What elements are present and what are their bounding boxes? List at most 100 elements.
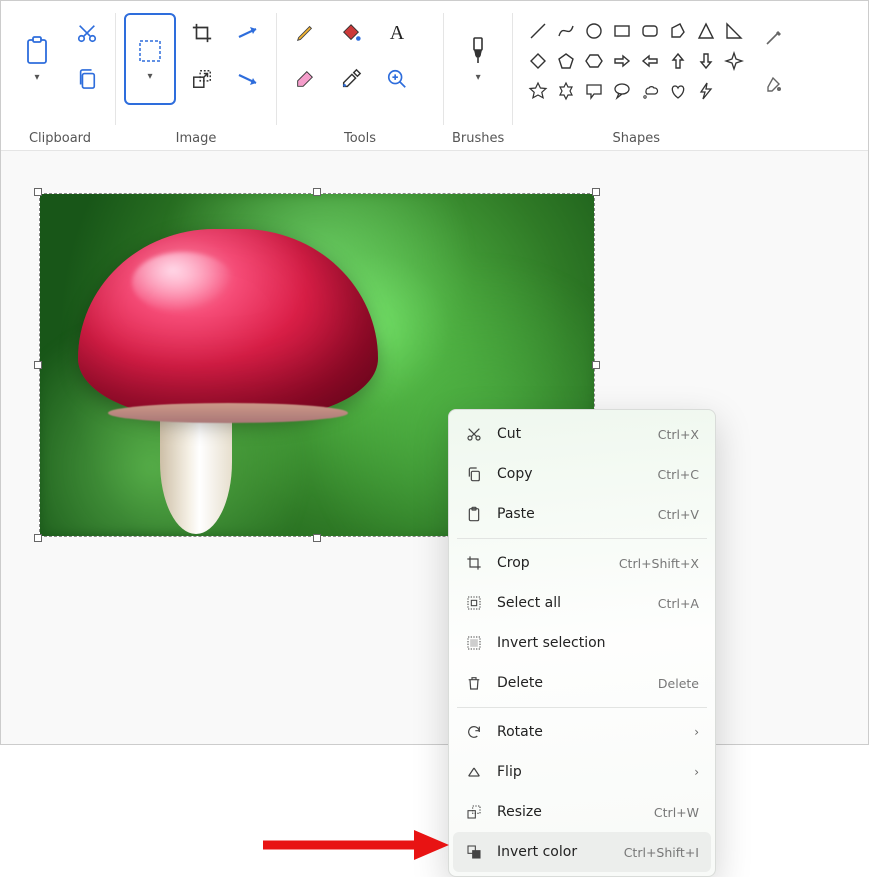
- invert-selection-icon: [465, 635, 483, 651]
- group-label-shapes: Shapes: [613, 125, 660, 148]
- resize-handle-ml[interactable]: [34, 361, 42, 369]
- invert-color-icon: [465, 844, 483, 860]
- menu-label: Select all: [497, 595, 561, 611]
- menu-delete[interactable]: Delete Delete: [453, 663, 711, 703]
- group-label-image: Image: [176, 125, 217, 148]
- resize-handle-bm[interactable]: [313, 534, 321, 542]
- shape-diamond[interactable]: [525, 47, 551, 75]
- menu-label: Paste: [497, 506, 535, 522]
- brushes-button[interactable]: ▾: [454, 13, 502, 105]
- group-label-clipboard: Clipboard: [29, 125, 91, 148]
- menu-cut[interactable]: Cut Ctrl+X: [453, 414, 711, 454]
- menu-rotate[interactable]: Rotate ›: [453, 712, 711, 752]
- menu-shortcut: Ctrl+W: [654, 805, 699, 820]
- menu-label: Invert color: [497, 844, 577, 860]
- cut-icon: [465, 426, 483, 442]
- shape-rect[interactable]: [609, 17, 635, 45]
- menu-separator: [457, 707, 707, 708]
- magnifier-tool[interactable]: [377, 59, 417, 99]
- group-clipboard: ▾ Clipboard: [9, 13, 111, 148]
- shape-heart[interactable]: [665, 77, 691, 105]
- menu-label: Crop: [497, 555, 530, 571]
- flip-icon: [465, 764, 483, 780]
- menu-label: Copy: [497, 466, 533, 482]
- menu-separator: [457, 538, 707, 539]
- work-area: Cut Ctrl+X Copy Ctrl+C Paste Ctrl+V Crop…: [1, 151, 868, 744]
- shape-star6[interactable]: [553, 77, 579, 105]
- crop-button[interactable]: [182, 13, 222, 53]
- menu-shortcut: Ctrl+V: [658, 507, 699, 522]
- copy-icon: [465, 466, 483, 482]
- context-menu: Cut Ctrl+X Copy Ctrl+C Paste Ctrl+V Crop…: [448, 409, 716, 877]
- shape-lightning[interactable]: [693, 77, 719, 105]
- shape-triangle[interactable]: [693, 17, 719, 45]
- resize-handle-bl[interactable]: [34, 534, 42, 542]
- menu-shortcut: Ctrl+X: [658, 427, 699, 442]
- cut-button[interactable]: [67, 13, 107, 53]
- eraser-tool[interactable]: [285, 59, 325, 99]
- menu-invert-color[interactable]: Invert color Ctrl+Shift+I: [453, 832, 711, 872]
- menu-copy[interactable]: Copy Ctrl+C: [453, 454, 711, 494]
- shapes-gallery[interactable]: [521, 13, 751, 109]
- chevron-right-icon: ›: [694, 725, 699, 739]
- shape-outline-button[interactable]: [761, 19, 785, 57]
- shape-arrow-down[interactable]: [693, 47, 719, 75]
- menu-invert-selection[interactable]: Invert selection: [453, 623, 711, 663]
- shape-callout-rect[interactable]: [581, 77, 607, 105]
- color-picker-tool[interactable]: [331, 59, 371, 99]
- group-label-tools: Tools: [344, 125, 376, 148]
- shape-hexagon[interactable]: [581, 47, 607, 75]
- group-tools: A Tools: [281, 13, 439, 148]
- shape-right-triangle[interactable]: [721, 17, 747, 45]
- menu-paste[interactable]: Paste Ctrl+V: [453, 494, 711, 534]
- shape-roundrect[interactable]: [637, 17, 663, 45]
- menu-label: Flip: [497, 764, 522, 780]
- menu-crop[interactable]: Crop Ctrl+Shift+X: [453, 543, 711, 583]
- menu-label: Invert selection: [497, 635, 606, 651]
- fill-tool[interactable]: [331, 13, 371, 53]
- resize-icon: [465, 804, 483, 820]
- delete-icon: [465, 675, 483, 691]
- menu-label: Cut: [497, 426, 521, 442]
- pencil-tool[interactable]: [285, 13, 325, 53]
- menu-flip[interactable]: Flip ›: [453, 752, 711, 792]
- rotate-button[interactable]: [228, 13, 268, 53]
- shape-star5[interactable]: [525, 77, 551, 105]
- group-label-brushes: Brushes: [452, 125, 504, 148]
- menu-label: Rotate: [497, 724, 543, 740]
- menu-label: Delete: [497, 675, 543, 691]
- resize-handle-tr[interactable]: [592, 188, 600, 196]
- shape-pentagon[interactable]: [553, 47, 579, 75]
- shape-line[interactable]: [525, 17, 551, 45]
- select-button[interactable]: ▾: [124, 13, 176, 105]
- shape-arrow-left[interactable]: [637, 47, 663, 75]
- group-brushes: ▾ Brushes: [448, 13, 508, 148]
- annotation-arrow: [259, 827, 449, 863]
- flip-button[interactable]: [228, 59, 268, 99]
- shape-callout-cloud[interactable]: [637, 77, 663, 105]
- shape-oval[interactable]: [581, 17, 607, 45]
- shape-curve[interactable]: [553, 17, 579, 45]
- paste-button[interactable]: ▾: [13, 13, 61, 105]
- menu-shortcut: Ctrl+C: [658, 467, 699, 482]
- menu-select-all[interactable]: Select all Ctrl+A: [453, 583, 711, 623]
- shape-polygon[interactable]: [665, 17, 691, 45]
- shape-star4[interactable]: [721, 47, 747, 75]
- menu-shortcut: Delete: [658, 676, 699, 691]
- shape-callout-oval[interactable]: [609, 77, 635, 105]
- rotate-icon: [465, 724, 483, 740]
- shape-arrow-right[interactable]: [609, 47, 635, 75]
- menu-shortcut: Ctrl+Shift+X: [619, 556, 699, 571]
- group-image: ▾ Image: [120, 13, 272, 148]
- copy-button[interactable]: [67, 59, 107, 99]
- shape-arrow-up[interactable]: [665, 47, 691, 75]
- menu-shortcut: Ctrl+A: [658, 596, 699, 611]
- text-tool[interactable]: A: [377, 13, 417, 53]
- resize-handle-tl[interactable]: [34, 188, 42, 196]
- resize-handle-tm[interactable]: [313, 188, 321, 196]
- resize-button[interactable]: [182, 59, 222, 99]
- menu-resize[interactable]: Resize Ctrl+W: [453, 792, 711, 832]
- resize-handle-mr[interactable]: [592, 361, 600, 369]
- paste-icon: [465, 506, 483, 522]
- shape-fill-button[interactable]: [761, 65, 785, 103]
